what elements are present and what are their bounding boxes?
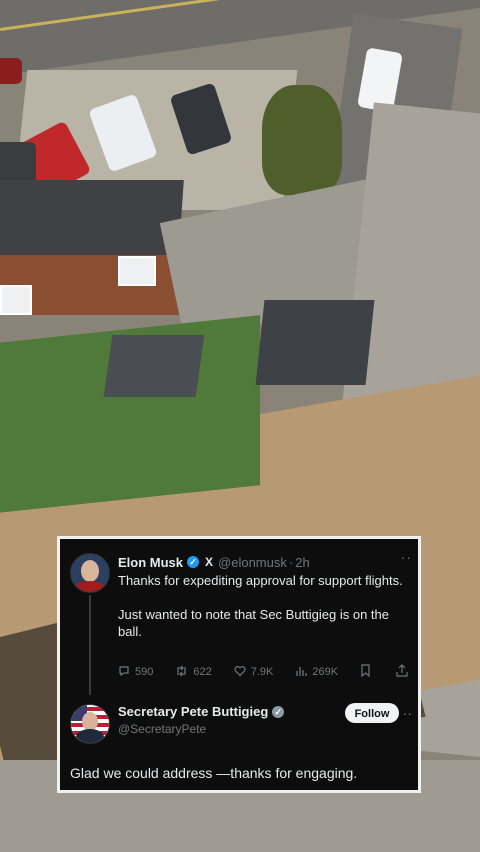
hedge — [262, 85, 342, 195]
house-window — [118, 256, 156, 286]
avatar[interactable] — [70, 704, 110, 744]
more-options-icon[interactable]: ·· — [403, 705, 412, 721]
tweet-thread-card: Elon Musk ✓ X @elonmusk · 2h ·· Thanks f… — [57, 536, 421, 793]
avatar-face — [81, 560, 99, 582]
thread-connector-line — [89, 595, 91, 695]
author-handle[interactable]: @elonmusk — [218, 555, 287, 570]
reply-icon — [118, 665, 130, 680]
reply-count: 590 — [135, 666, 154, 678]
separator-dot: · — [288, 554, 294, 570]
tweet-header: Secretary Pete Buttigieg ✓ — [118, 704, 285, 719]
views-icon — [295, 665, 308, 680]
bookmark-button[interactable] — [360, 664, 376, 680]
heart-icon — [234, 665, 246, 680]
reply-button[interactable]: 590 — [118, 665, 153, 680]
car — [0, 58, 22, 84]
like-button[interactable]: 7.9K — [234, 665, 274, 680]
share-button[interactable] — [396, 664, 413, 680]
views-button[interactable]: 269K — [295, 665, 338, 680]
tweet-header: Elon Musk ✓ X @elonmusk · 2h — [118, 553, 408, 571]
follow-button[interactable]: Follow — [345, 703, 399, 723]
tweet-text: Glad we could address —thanks for engagi… — [70, 765, 358, 781]
repost-icon — [175, 665, 188, 680]
avatar-shirt — [75, 581, 105, 592]
tweet-paragraph: Just wanted to note that Sec Buttigieg i… — [118, 607, 390, 639]
avatar-suit — [76, 729, 104, 743]
author-name[interactable]: Elon Musk — [118, 555, 183, 570]
tweet-actions-bar: 590 622 7.9K 269K — [118, 663, 413, 681]
verified-badge-icon: ✓ — [272, 705, 285, 718]
tweet-text: Thanks for expediting approval for suppo… — [118, 572, 408, 657]
avatar[interactable] — [70, 553, 110, 593]
verified-badge-icon: ✓ — [187, 556, 200, 568]
gazebo — [103, 335, 205, 397]
share-icon — [396, 664, 408, 680]
repost-button[interactable]: 622 — [175, 665, 212, 680]
repost-count: 622 — [193, 666, 212, 678]
more-options-icon[interactable]: ·· — [401, 549, 412, 565]
gazebo — [255, 300, 375, 385]
house-window — [0, 285, 32, 315]
like-count: 7.9K — [250, 666, 274, 678]
tweet-paragraph: Thanks for expediting approval for suppo… — [118, 573, 403, 588]
author-name[interactable]: Secretary Pete Buttigieg — [118, 704, 268, 719]
views-count: 269K — [312, 666, 339, 678]
timestamp[interactable]: 2h — [295, 555, 309, 570]
author-handle[interactable]: @SecretaryPete — [118, 722, 206, 736]
bookmark-icon — [360, 664, 371, 680]
x-logo-icon: X — [205, 555, 214, 569]
